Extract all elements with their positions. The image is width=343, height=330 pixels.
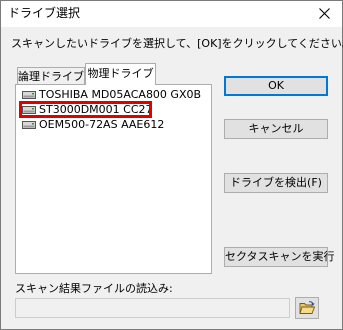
title-bar: ドライブ選択 [1,1,342,27]
drive-item-st3000[interactable]: ST3000DM001 CC27 [19,101,210,118]
drive-list-panel: TOSHIBA MD05ACA800 GX0B ST3000DM001 CC27… [15,84,212,274]
tab-logical-drive[interactable]: 論理ドライブ [17,67,85,85]
ok-button[interactable]: OK [224,76,328,96]
drive-list: TOSHIBA MD05ACA800 GX0B ST3000DM001 CC27… [19,87,210,132]
cancel-button[interactable]: キャンセル [224,119,328,139]
scan-file-path-field[interactable] [15,298,290,318]
sector-scan-button[interactable]: セクタスキャンを実行 [224,247,335,267]
close-icon [319,8,330,19]
open-folder-icon [299,301,315,314]
drive-label: TOSHIBA MD05ACA800 GX0B [39,88,202,101]
hard-drive-icon [22,106,36,114]
close-button[interactable] [308,1,342,27]
drive-select-dialog: ドライブ選択 スキャンしたいドライブを選択して、[OK]をクリックしてください。… [0,0,343,330]
tab-physical-drive[interactable]: 物理ドライブ [85,63,156,85]
drive-item-toshiba[interactable]: TOSHIBA MD05ACA800 GX0B [22,87,210,102]
drive-label: OEM500-72AS AAE612 [39,118,165,131]
window-title: ドライブ選択 [8,6,81,20]
drive-item-oem500[interactable]: OEM500-72AS AAE612 [22,117,210,132]
detect-drives-button[interactable]: ドライブを検出(F) [224,173,328,193]
hard-drive-icon [22,91,36,99]
scan-file-label: スキャン結果ファイルの読込み: [15,282,173,295]
browse-file-button[interactable] [295,297,319,319]
hard-drive-icon [22,121,36,129]
instruction-text: スキャンしたいドライブを選択して、[OK]をクリックしてください。 [11,37,343,50]
drive-label: ST3000DM001 CC27 [39,103,153,116]
